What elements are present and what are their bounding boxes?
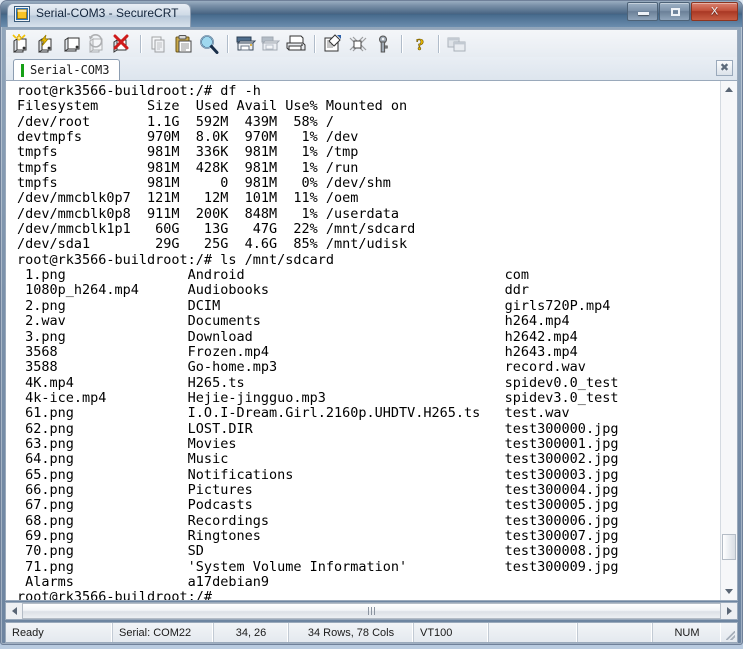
paste-icon[interactable]: [172, 32, 196, 56]
reconnect-icon[interactable]: [85, 32, 109, 56]
maximize-button[interactable]: [659, 2, 690, 21]
horizontal-scroll-thumb[interactable]: [22, 603, 721, 619]
close-icon: X: [710, 5, 719, 17]
tab-connected-indicator: [21, 63, 24, 77]
toolbar: ?: [5, 29, 738, 57]
svg-text:?: ?: [416, 35, 425, 54]
connect-in-tab-icon[interactable]: [60, 32, 84, 56]
session-options-icon[interactable]: [321, 32, 345, 56]
securecrt-window: Serial-COM3 - SecureCRT X ? Serial-COM3 …: [0, 0, 743, 649]
log-session-icon[interactable]: [259, 32, 283, 56]
terminal-horizontal-scrollbar[interactable]: [5, 602, 738, 620]
connect-icon[interactable]: [10, 32, 34, 56]
terminal-vertical-scrollbar[interactable]: [720, 81, 737, 600]
find-icon[interactable]: [197, 32, 221, 56]
terminal-output: root@rk3566-buildroot:/# df -h Filesyste…: [17, 83, 619, 600]
tab-close-icon: ✖: [719, 61, 730, 74]
global-options-icon[interactable]: [346, 32, 370, 56]
tab-label: Serial-COM3: [30, 63, 110, 77]
terminal-panel: root@rk3566-buildroot:/# df -h Filesyste…: [5, 81, 738, 601]
toolbar-separator: [438, 34, 440, 53]
scroll-down-button[interactable]: [721, 583, 737, 600]
quick-connect-icon[interactable]: [35, 32, 59, 56]
status-serial-port: Serial: COM22: [113, 623, 214, 642]
status-bar: Ready Serial: COM22 34, 26 34 Rows, 78 C…: [5, 622, 738, 643]
arrange-icon[interactable]: [445, 32, 469, 56]
terminal-screen[interactable]: root@rk3566-buildroot:/# df -h Filesyste…: [6, 81, 720, 600]
help-icon[interactable]: ?: [408, 32, 432, 56]
scroll-left-button[interactable]: [6, 603, 22, 619]
scroll-right-button[interactable]: [721, 603, 737, 619]
disconnect-icon[interactable]: [110, 32, 134, 56]
vertical-scroll-thumb[interactable]: [722, 534, 736, 560]
tab-close-button[interactable]: ✖: [716, 60, 733, 76]
print-screen-icon[interactable]: [234, 32, 258, 56]
minimize-icon: [638, 12, 649, 15]
securecrt-app-icon: [14, 6, 30, 22]
toolbar-separator: [227, 34, 229, 53]
status-blank-1: [489, 623, 578, 642]
status-screen-size: 34 Rows, 78 Cols: [289, 623, 414, 642]
scroll-up-button[interactable]: [721, 81, 737, 98]
status-cursor-position: 34, 26: [214, 623, 289, 642]
status-ready: Ready: [6, 623, 113, 642]
print-icon[interactable]: [284, 32, 308, 56]
resize-grip[interactable]: [721, 623, 737, 642]
key-icon[interactable]: [371, 32, 395, 56]
minimize-button[interactable]: [627, 2, 658, 21]
scroll-grip-icon: [368, 607, 375, 615]
tab-serial-com3[interactable]: Serial-COM3: [13, 59, 121, 80]
chevron-down-icon: [725, 589, 733, 594]
chevron-right-icon: [726, 607, 732, 615]
close-button[interactable]: X: [691, 2, 738, 21]
maximize-icon: [671, 8, 680, 16]
chevron-left-icon: [11, 607, 17, 615]
toolbar-separator: [314, 34, 316, 53]
title-bar[interactable]: Serial-COM3 - SecureCRT X: [1, 1, 742, 27]
window-controls: X: [627, 2, 738, 21]
toolbar-separator: [140, 34, 142, 53]
tab-strip: Serial-COM3 ✖: [5, 57, 738, 81]
status-blank-2: [578, 623, 653, 642]
copy-icon[interactable]: [147, 32, 171, 56]
status-num-lock: NUM: [653, 623, 721, 642]
window-title: Serial-COM3 - SecureCRT: [36, 6, 179, 20]
chevron-up-icon: [725, 87, 733, 92]
status-emulation: VT100: [414, 623, 489, 642]
toolbar-separator: [401, 34, 403, 53]
horizontal-scroll-track[interactable]: [22, 603, 721, 619]
